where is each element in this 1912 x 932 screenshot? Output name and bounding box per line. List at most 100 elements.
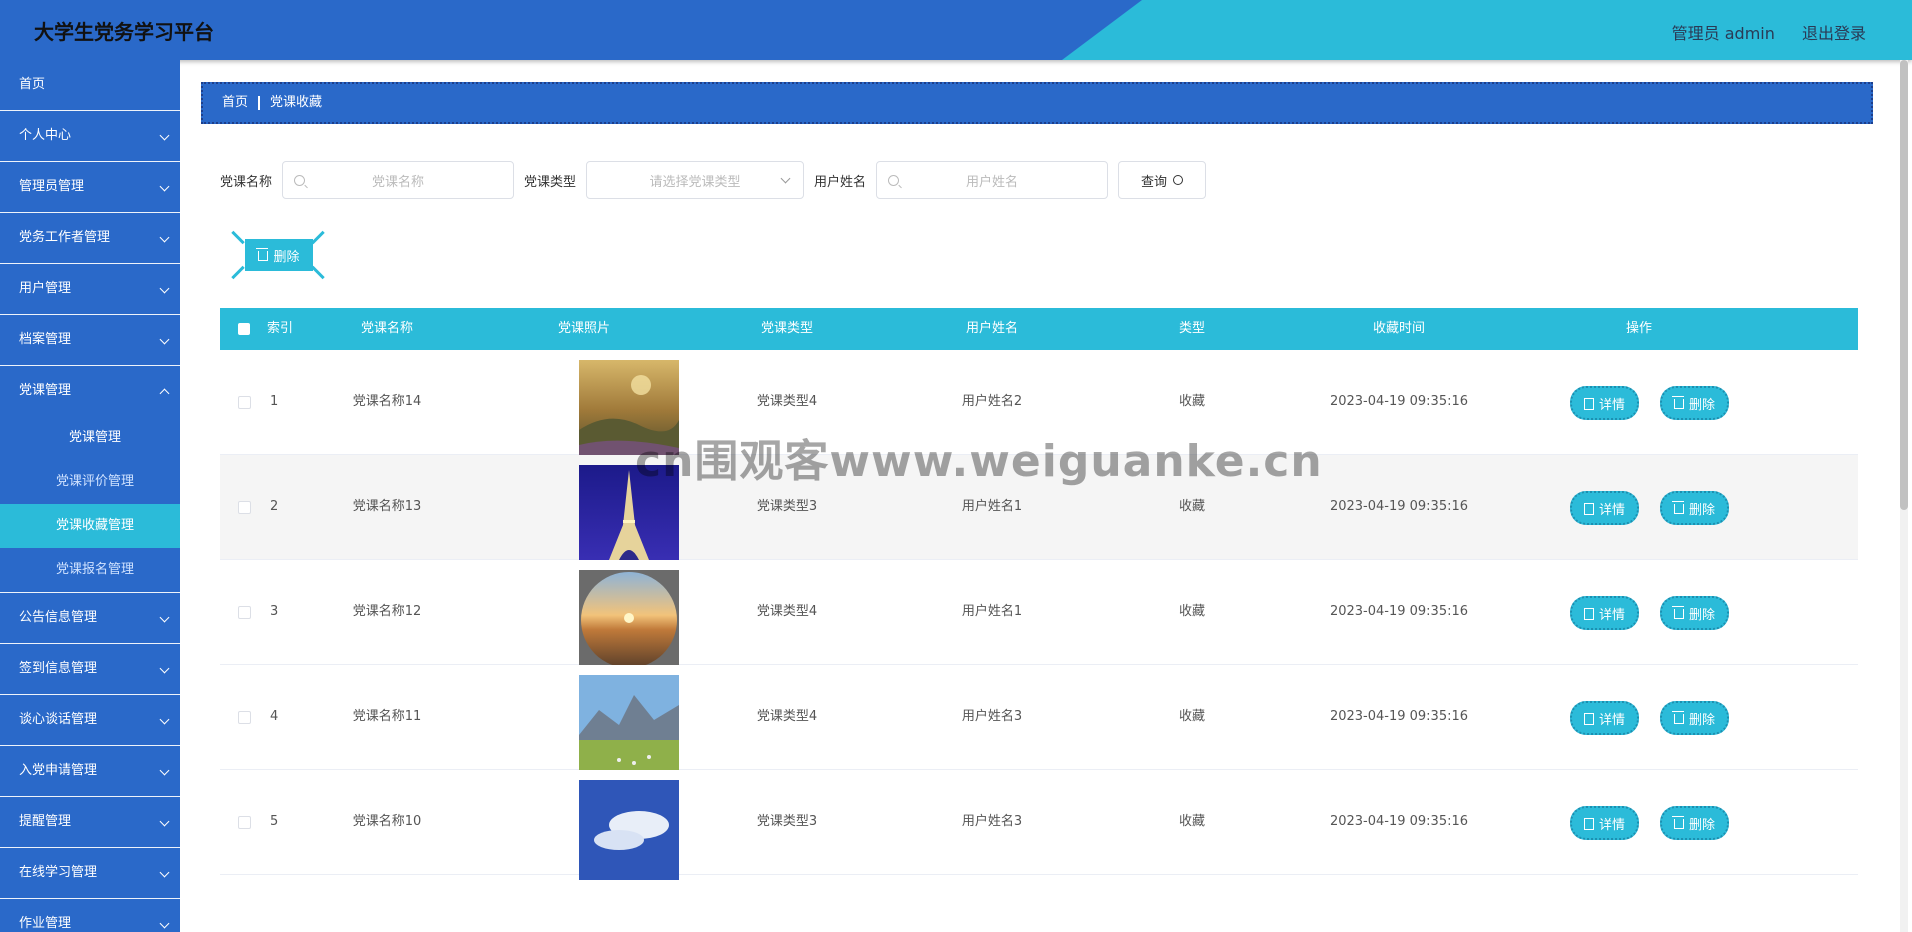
sidebar-item-profile[interactable]: 个人中心 <box>0 111 180 162</box>
search-icon <box>1173 175 1184 185</box>
cell-index: 5 <box>270 814 279 829</box>
chevron-down-icon <box>159 663 170 674</box>
col-header: 用户姓名 <box>965 321 1018 336</box>
sidebar-subitem-course-manage[interactable]: 党课管理 <box>0 416 180 460</box>
page-scrollbar[interactable] <box>1900 60 1908 932</box>
row-checkbox[interactable] <box>238 816 251 829</box>
cell-fav-time: 2023-04-19 09:35:16 <box>1329 814 1469 829</box>
detail-button[interactable]: 详情 <box>1570 596 1640 630</box>
row-checkbox[interactable] <box>238 606 251 619</box>
sidebar-item-label: 首页 <box>19 77 46 92</box>
corner-decoration <box>231 265 245 280</box>
query-button[interactable]: 查询 <box>1118 161 1207 199</box>
sidebar-item-courses[interactable]: 党课管理 <box>0 366 180 416</box>
detail-label: 详情 <box>1599 817 1626 833</box>
delete-button[interactable]: 删除 <box>1660 386 1730 420</box>
sidebar-item-users[interactable]: 用户管理 <box>0 264 180 315</box>
course-type-select[interactable]: 请选择党课类型 <box>586 161 805 199</box>
delete-button[interactable]: 删除 <box>1660 596 1730 630</box>
sidebar-item-label: 用户管理 <box>19 281 72 296</box>
course-type-label: 党课类型 <box>524 174 577 190</box>
course-photo <box>579 570 679 670</box>
sidebar-item-signin[interactable]: 签到信息管理 <box>0 644 180 695</box>
sidebar-item-label: 个人中心 <box>19 128 72 143</box>
cell-course-name: 党课名称14 <box>352 394 422 409</box>
chevron-down-icon <box>159 232 170 243</box>
row-checkbox[interactable] <box>238 501 251 514</box>
detail-button[interactable]: 详情 <box>1570 386 1640 420</box>
table-row: 3 党课名称12 党课类型4 用户姓名1 收藏 2023-04-19 09:35… <box>220 560 1858 670</box>
delete-button[interactable]: 删除 <box>1660 491 1730 525</box>
detail-label: 详情 <box>1599 502 1626 518</box>
sidebar-subitem-course-signup[interactable]: 党课报名管理 <box>0 548 180 593</box>
sidebar-item-label: 作业管理 <box>19 916 72 931</box>
cell-course-name: 党课名称12 <box>352 604 422 619</box>
col-header: 收藏时间 <box>1372 321 1425 336</box>
breadcrumb-home[interactable]: 首页 <box>222 95 248 110</box>
detail-button[interactable]: 详情 <box>1570 701 1640 735</box>
sidebar-item-label: 入党申请管理 <box>19 763 98 778</box>
col-header: 党课照片 <box>557 321 610 336</box>
sidebar-item-archives[interactable]: 档案管理 <box>0 315 180 366</box>
cell-index: 2 <box>270 499 279 514</box>
delete-button[interactable]: 删除 <box>1660 701 1730 735</box>
user-name-placeholder: 用户姓名 <box>966 174 1019 190</box>
table-row: 5 党课名称10 党课类型3 用户姓名3 收藏 2023-04-19 09:35… <box>220 770 1858 880</box>
sidebar-item-admins[interactable]: 管理员管理 <box>0 162 180 213</box>
batch-delete-label: 删除 <box>273 249 300 265</box>
row-checkbox[interactable] <box>238 396 251 409</box>
document-icon <box>1584 503 1594 515</box>
sidebar-item-label: 党务工作者管理 <box>19 230 111 245</box>
sidebar-item-home[interactable]: 首页 <box>0 60 180 111</box>
main-content: 首页 党课收藏 党课名称 党课名称 党课类型 请选择党课类型 用户姓名 用户姓名 … <box>180 60 1892 932</box>
sidebar-item-label: 党课管理 <box>19 383 72 398</box>
sidebar-item-online-learning[interactable]: 在线学习管理 <box>0 848 180 899</box>
cell-kind: 收藏 <box>1178 814 1205 829</box>
sidebar-item-homework[interactable]: 作业管理 <box>0 899 180 932</box>
header-user-area: 管理员 admin 退出登录 <box>1650 20 1866 44</box>
detail-label: 详情 <box>1599 607 1626 623</box>
current-user: 管理员 admin <box>1671 24 1775 43</box>
delete-button[interactable]: 删除 <box>1660 806 1730 840</box>
course-name-input[interactable]: 党课名称 <box>282 161 515 199</box>
chevron-down-icon <box>159 765 170 776</box>
cell-fav-time: 2023-04-19 09:35:16 <box>1329 709 1469 724</box>
sidebar-item-workers[interactable]: 党务工作者管理 <box>0 213 180 264</box>
row-checkbox[interactable] <box>238 711 251 724</box>
sidebar-subitem-course-favorite[interactable]: 党课收藏管理 <box>0 504 180 548</box>
delete-label: 删除 <box>1689 817 1716 833</box>
user-name-input[interactable]: 用户姓名 <box>876 161 1109 199</box>
document-icon <box>1584 398 1594 410</box>
app-title: 大学生党务学习平台 <box>34 20 214 44</box>
detail-label: 详情 <box>1599 712 1626 728</box>
logout-link[interactable]: 退出登录 <box>1802 24 1866 43</box>
sidebar: 首页 个人中心 管理员管理 党务工作者管理 用户管理 档案管理 党课管理 党课管… <box>0 60 180 932</box>
col-header: 索引 <box>266 321 293 336</box>
corner-decoration <box>311 265 325 280</box>
delete-label: 删除 <box>1689 607 1716 623</box>
trash-icon <box>1672 711 1684 724</box>
batch-delete-button[interactable]: 删除 <box>245 239 313 271</box>
sidebar-item-talks[interactable]: 谈心谈话管理 <box>0 695 180 746</box>
trash-icon <box>256 248 269 261</box>
sidebar-item-label: 公告信息管理 <box>19 610 98 625</box>
detail-label: 详情 <box>1599 397 1626 413</box>
scrollbar-thumb[interactable] <box>1900 60 1908 510</box>
detail-button[interactable]: 详情 <box>1570 806 1640 840</box>
breadcrumb-separator <box>258 95 261 110</box>
sidebar-item-notices[interactable]: 公告信息管理 <box>0 593 180 644</box>
sidebar-subitem-course-review[interactable]: 党课评价管理 <box>0 460 180 504</box>
sidebar-item-reminders[interactable]: 提醒管理 <box>0 797 180 848</box>
select-all-checkbox[interactable] <box>238 323 250 335</box>
sidebar-item-applications[interactable]: 入党申请管理 <box>0 746 180 797</box>
sidebar-item-label: 谈心谈话管理 <box>19 712 98 727</box>
cell-course-name: 党课名称13 <box>352 499 422 514</box>
document-icon <box>1584 608 1594 620</box>
detail-button[interactable]: 详情 <box>1570 491 1640 525</box>
corner-decoration <box>231 230 245 245</box>
cell-course-name: 党课名称11 <box>352 709 422 724</box>
sidebar-item-label: 在线学习管理 <box>19 865 98 880</box>
query-button-label: 查询 <box>1141 174 1168 190</box>
cell-index: 1 <box>270 394 279 409</box>
col-header: 党课类型 <box>760 321 813 336</box>
